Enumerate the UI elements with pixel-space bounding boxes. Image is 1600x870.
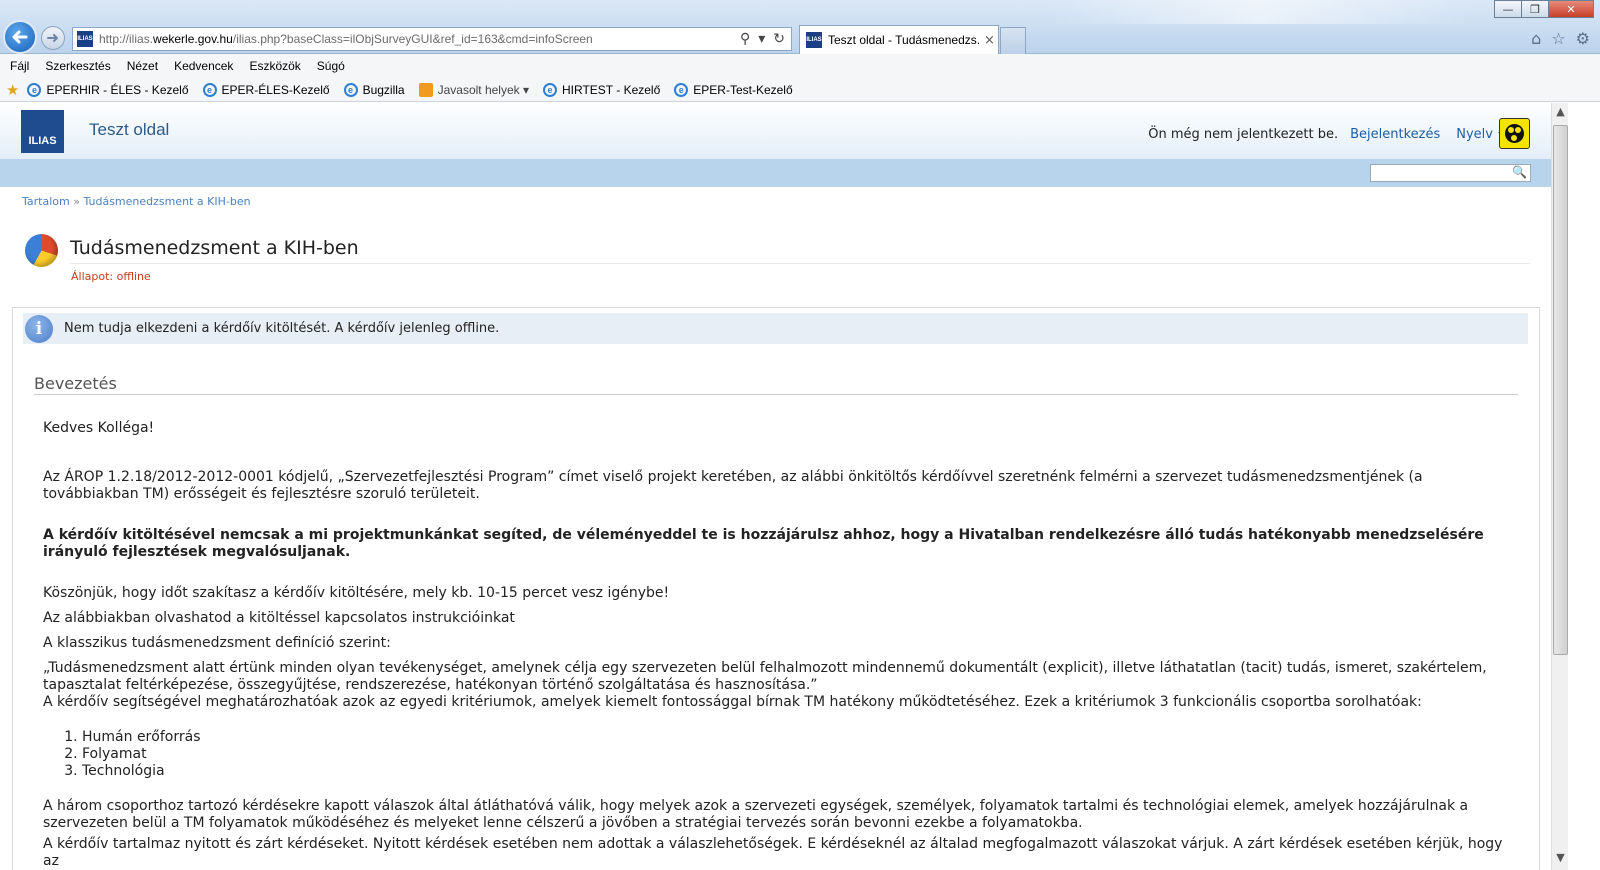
language-label: Nyelv <box>1456 127 1493 142</box>
home-icon[interactable]: ⌂ <box>1531 29 1541 48</box>
refresh-icon[interactable]: ↻ <box>773 31 785 47</box>
search-icon[interactable]: ⚲ <box>740 31 750 47</box>
forward-arrow-icon <box>47 34 58 42</box>
greeting: Kedves Kolléga! <box>43 420 155 436</box>
window-edge <box>1568 103 1600 870</box>
list-item: Folyamat <box>82 746 1513 763</box>
intro-text: Kedves Kolléga! Az ÁROP 1.2.18/2012-2012… <box>43 420 1513 870</box>
back-button[interactable] <box>3 20 37 54</box>
ie-page-icon: e <box>27 82 42 97</box>
list-item: Technológia <box>82 763 1513 780</box>
search-icon[interactable]: 🔍 <box>1512 165 1527 179</box>
favorites-add-star-icon[interactable]: ★ <box>6 81 19 99</box>
breadcrumb-root[interactable]: Tartalom <box>22 195 70 208</box>
paragraph: Az alábbiakban olvashatod a kitöltéssel … <box>43 610 515 626</box>
survey-icon <box>25 234 58 267</box>
breadcrumb-current[interactable]: Tudásmenedzsment a KIH-ben <box>83 195 250 208</box>
titlebar-glass <box>1050 0 1470 24</box>
ie-page-icon: e <box>543 82 557 97</box>
login-link[interactable]: Bejelentkezés <box>1350 127 1440 142</box>
favorite-link[interactable]: e EPER-Test-Kezelő <box>674 82 793 97</box>
minimize-button[interactable]: — <box>1494 0 1522 18</box>
dropdown-arrow-icon[interactable]: ▾ <box>758 31 765 47</box>
window-controls: — ❐ ✕ <box>1494 0 1594 18</box>
criteria-list: Humán erőforrás Folyamat Technológia <box>43 729 1513 780</box>
maximize-button[interactable]: ❐ <box>1521 0 1549 18</box>
menu-view[interactable]: Nézet <box>127 59 158 73</box>
ilias-header: ILIAS Teszt oldal Ön még nem jelentkezet… <box>0 103 1551 159</box>
ie-page-icon: e <box>343 82 358 97</box>
user-area: Ön még nem jelentkezett be. Bejelentkezé… <box>1148 127 1508 142</box>
ie-page-icon: e <box>202 82 217 97</box>
breadcrumb: Tartalom » Tudásmenedzsment a KIH-ben <box>22 195 251 208</box>
menu-help[interactable]: Súgó <box>317 59 345 73</box>
favorite-link[interactable]: e EPER-ÉLES-Kezelő <box>202 82 330 97</box>
paragraph: Köszönjük, hogy időt szakítasz a kérdőív… <box>43 585 670 601</box>
ilias-logo[interactable]: ILIAS <box>21 110 64 153</box>
window-close-button[interactable]: ✕ <box>1548 0 1594 18</box>
favorites-star-icon[interactable]: ☆ <box>1551 29 1565 48</box>
favorite-link[interactable]: e EPERHIR - ÉLES - Kezelő <box>27 82 189 97</box>
page-title: Tudásmenedzsment a KIH-ben <box>70 237 359 259</box>
tab-title: Teszt oldal - Tudásmenedzs... <box>828 33 980 47</box>
search-input[interactable]: 🔍 <box>1370 164 1531 182</box>
ie-page-icon: e <box>674 82 689 97</box>
browser-menubar: Fájl Szerkesztés Nézet Kedvencek Eszközö… <box>0 54 1600 78</box>
favorite-link[interactable]: e HIRTEST - Kezelő <box>543 82 660 97</box>
settings-gear-icon[interactable]: ⚙ <box>1576 29 1590 48</box>
new-tab-button[interactable] <box>1000 27 1026 54</box>
tab-close-icon[interactable]: × <box>984 33 995 48</box>
back-arrow-icon <box>12 30 28 44</box>
vertical-scrollbar[interactable]: ▲ ▼ <box>1551 103 1568 870</box>
title-divider <box>70 263 1530 264</box>
menu-edit[interactable]: Szerkesztés <box>45 59 110 73</box>
accessibility-icon[interactable] <box>1499 118 1530 149</box>
menu-file[interactable]: Fájl <box>10 59 29 73</box>
paragraph: A kérdőív tartalmaz nyitott és zárt kérd… <box>43 836 1503 869</box>
section-title: Bevezetés <box>34 374 1518 395</box>
address-bar[interactable]: ILIAS http://ilias.wekerle.gov.hu/ilias.… <box>72 27 792 51</box>
paragraph: A kérdőív segítségével meghatározhatóak … <box>43 694 1422 710</box>
favorites-bar: ★ e EPERHIR - ÉLES - Kezelő e EPER-ÉLES-Ke… <box>0 78 1600 102</box>
browser-titlebar: ILIAS http://ilias.wekerle.gov.hu/ilias.… <box>0 0 1600 54</box>
paragraph: Az ÁROP 1.2.18/2012-2012-0001 kódjelű, „… <box>43 469 1423 502</box>
main-menu-bar <box>0 159 1551 187</box>
menu-tools[interactable]: Eszközök <box>249 59 300 73</box>
login-status-text: Ön még nem jelentkezett be. <box>1148 127 1339 142</box>
menu-favorites[interactable]: Kedvencek <box>174 59 233 73</box>
browser-toolbar-icons: ⌂ ☆ ⚙ <box>1531 29 1590 48</box>
info-message-text: Nem tudja elkezdeni a kérdőív kitöltését… <box>64 321 500 336</box>
address-url[interactable]: http://ilias.wekerle.gov.hu/ilias.php?ba… <box>99 32 593 46</box>
address-tools: ⚲ ▾ ↻ <box>740 31 785 47</box>
list-item: Humán erőforrás <box>82 729 1513 746</box>
site-favicon-icon: ILIAS <box>77 31 93 47</box>
scroll-up-icon[interactable]: ▲ <box>1552 103 1569 120</box>
info-icon: i <box>25 314 53 343</box>
suggested-sites-icon <box>418 82 433 97</box>
scrollbar-thumb[interactable] <box>1553 125 1568 655</box>
breadcrumb-separator: » <box>73 195 80 208</box>
forward-button[interactable] <box>41 26 65 50</box>
favorite-suggested-sites[interactable]: Javasolt helyek ▾ <box>418 82 529 97</box>
site-title: Teszt oldal <box>89 120 170 139</box>
paragraph-bold: A kérdőív kitöltésével nemcsak a mi proj… <box>43 527 1484 560</box>
page-viewport: ILIAS Teszt oldal Ön még nem jelentkezet… <box>0 103 1551 870</box>
favorite-link[interactable]: e Bugzilla <box>343 82 405 97</box>
paragraph: A klasszikus tudásmenedzsment definíció … <box>43 635 391 651</box>
paragraph: A három csoporthoz tartozó kérdésekre ka… <box>43 798 1469 831</box>
status-badge: Állapot: offline <box>71 270 151 283</box>
paragraph-quote: „Tudásmenedzsment alatt értünk minden ol… <box>43 660 1487 693</box>
info-message: i Nem tudja elkezdeni a kérdőív kitöltés… <box>23 313 1528 344</box>
browser-tab-active[interactable]: ILIAS Teszt oldal - Tudásmenedzs... × <box>799 25 999 54</box>
scroll-down-icon[interactable]: ▼ <box>1552 849 1569 866</box>
tab-favicon-icon: ILIAS <box>806 32 822 48</box>
